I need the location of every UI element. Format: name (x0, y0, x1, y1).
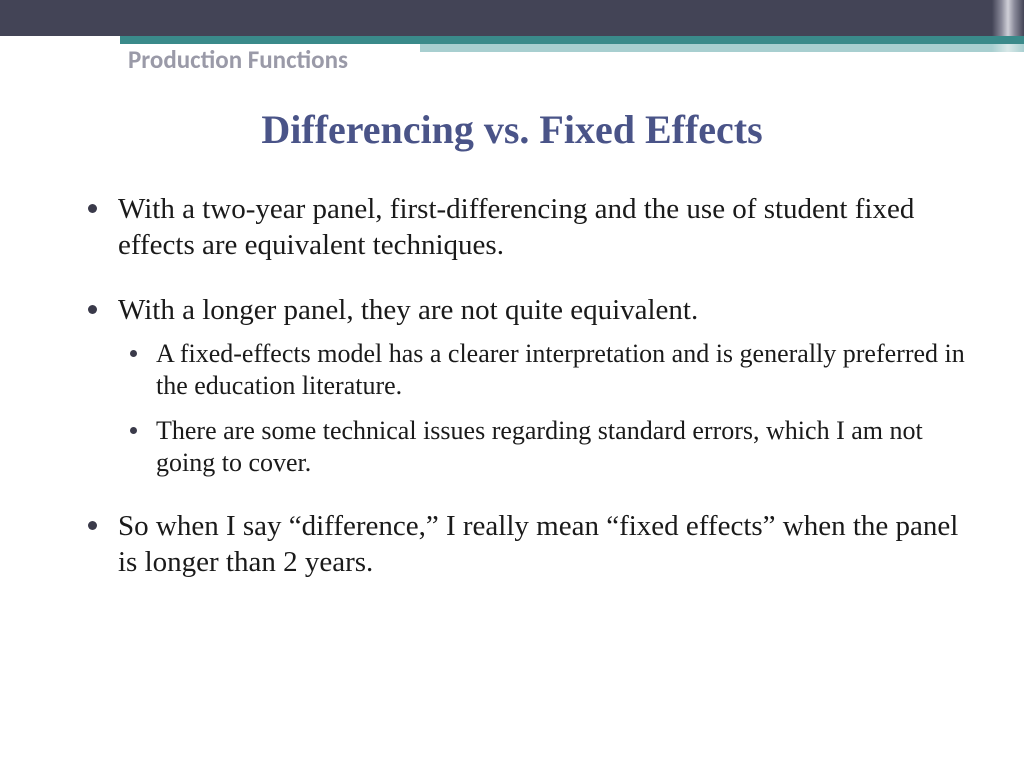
bullet-text: With a longer panel, they are not quite … (118, 294, 698, 326)
header-bar (0, 0, 1024, 36)
accent-stripe-small (455, 38, 600, 42)
slide-title: Differencing vs. Fixed Effects (0, 106, 1024, 153)
bullet-text: With a two-year panel, first-differencin… (118, 193, 914, 261)
bullet-list: With a two-year panel, first-differencin… (50, 191, 974, 580)
slide-content: With a two-year panel, first-differencin… (50, 191, 974, 580)
accent-stripe-light (420, 44, 1024, 52)
list-item: With a longer panel, they are not quite … (50, 292, 974, 480)
list-item: There are some technical issues regardin… (118, 415, 974, 480)
section-label: Production Functions (128, 44, 348, 75)
list-item: So when I say “difference,” I really mea… (50, 508, 974, 581)
sub-bullet-text: A fixed-effects model has a clearer inte… (156, 339, 965, 401)
list-item: A fixed-effects model has a clearer inte… (118, 338, 974, 403)
bullet-text: So when I say “difference,” I really mea… (118, 510, 958, 578)
list-item: With a two-year panel, first-differencin… (50, 191, 974, 264)
sub-bullet-text: There are some technical issues regardin… (156, 416, 923, 478)
accent-left-cover (0, 36, 120, 52)
sub-bullet-list: A fixed-effects model has a clearer inte… (118, 338, 974, 480)
